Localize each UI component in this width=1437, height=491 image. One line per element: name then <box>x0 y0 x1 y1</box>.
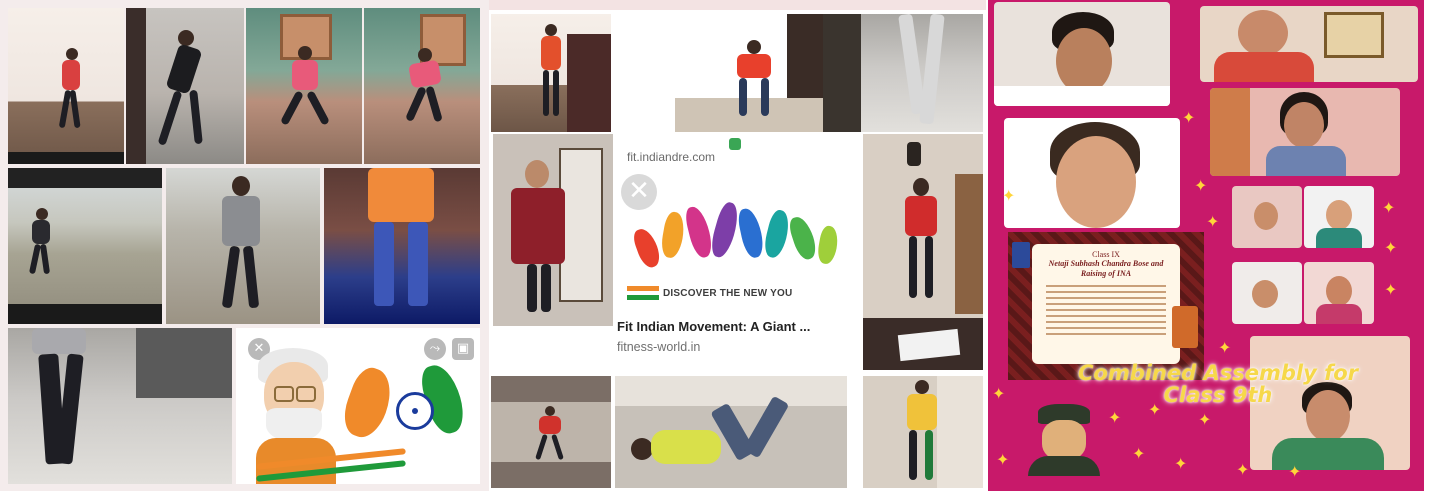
star-icon: ✦ <box>1108 408 1122 427</box>
video-tile-speaker <box>1004 118 1180 228</box>
star-icon: ✦ <box>1236 460 1250 479</box>
assembly-banner: Combined Assembly for Class 9th <box>1028 362 1408 406</box>
photo-bed-stretch <box>324 168 480 324</box>
banner-line-2: Class 9th <box>1163 383 1273 407</box>
video-tile-small-4 <box>1304 262 1374 324</box>
photo-collage-left: ✕ ⤳ ▣ <box>0 0 489 491</box>
result-thumb-kick[interactable] <box>863 376 983 488</box>
star-icon: ✦ <box>1384 280 1398 299</box>
result-thumb-boy-glasses[interactable] <box>493 134 613 326</box>
result-thumb-floor-exercise[interactable] <box>615 376 847 488</box>
result-thumb-standing[interactable] <box>823 14 983 132</box>
image-search-grid: fit.indiandre.com ✕ DISCOVER THE NEW YOU… <box>489 0 986 491</box>
poster-netaji: Class IX Netaji Subhash Chandra Bose and… <box>1008 232 1204 380</box>
star-icon: ✦ <box>1182 108 1196 127</box>
star-icon: ✦ <box>1218 338 1232 357</box>
portrait-beard <box>266 408 322 442</box>
star-icon: ✦ <box>992 384 1006 403</box>
video-tile-boy <box>994 2 1170 106</box>
banner-line-1: Combined Assembly for <box>1077 361 1358 385</box>
photo-butterfly-wall <box>8 8 124 164</box>
star-icon: ✦ <box>1288 462 1302 481</box>
photo-room-pink-shirt <box>246 8 362 164</box>
star-icon: ✦ <box>1206 212 1220 231</box>
bookmark-icon[interactable]: ▣ <box>452 338 474 360</box>
photo-terrace <box>8 168 162 324</box>
photo-ground-man <box>166 168 320 324</box>
poster-class-label: Class IX <box>1092 250 1120 259</box>
star-icon: ✦ <box>1148 400 1162 419</box>
search-result-card[interactable]: fit.indiandre.com ✕ DISCOVER THE NEW YOU… <box>613 134 857 370</box>
video-controls-bar <box>8 152 124 164</box>
poster-title: Netaji Subhash Chandra Bose and Raising … <box>1048 259 1164 278</box>
poster-card: Class IX Netaji Subhash Chandra Bose and… <box>1032 244 1180 364</box>
photo-room-lunge <box>364 8 480 164</box>
result-title[interactable]: Fit Indian Movement: A Giant ... <box>617 319 810 334</box>
runner-orange <box>337 363 399 443</box>
favicon-icon <box>729 138 741 150</box>
flag-icon <box>627 286 659 300</box>
star-icon: ✦ <box>996 450 1010 469</box>
fit-india-banner <box>627 192 849 284</box>
star-icon: ✦ <box>1002 186 1016 205</box>
video-tile-small-3 <box>1232 262 1302 324</box>
result-site[interactable]: fitness-world.in <box>617 340 700 354</box>
star-icon: ✦ <box>1198 410 1212 429</box>
wall-clock <box>907 142 921 166</box>
star-icon: ✦ <box>1132 444 1146 463</box>
netaji-silhouette <box>1028 404 1100 476</box>
modi-fit-india-graphic: ✕ ⤳ ▣ <box>236 328 480 484</box>
result-thumb-collage[interactable] <box>491 376 611 488</box>
result-url: fit.indiandre.com <box>627 150 716 164</box>
video-tile-girl <box>1210 88 1400 176</box>
chakra-icon <box>396 392 434 430</box>
video-tile-headphones <box>1200 6 1418 82</box>
share-icon[interactable]: ⤳ <box>424 338 446 360</box>
star-icon: ✦ <box>1382 198 1396 217</box>
assembly-collage: Class IX Netaji Subhash Chandra Bose and… <box>988 0 1424 491</box>
photo-legs-floor <box>8 328 232 484</box>
result-thumb-butterfly[interactable] <box>491 14 611 132</box>
video-tile-small-1 <box>1232 186 1302 248</box>
banner-tagline: DISCOVER THE NEW YOU <box>663 288 793 299</box>
video-tile-small-2 <box>1304 186 1374 248</box>
star-icon: ✦ <box>1384 238 1398 257</box>
result-thumb-boy-red-vest[interactable] <box>863 134 983 370</box>
star-icon: ✦ <box>1194 176 1208 195</box>
photo-hallway <box>126 8 244 164</box>
star-icon: ✦ <box>1174 454 1188 473</box>
